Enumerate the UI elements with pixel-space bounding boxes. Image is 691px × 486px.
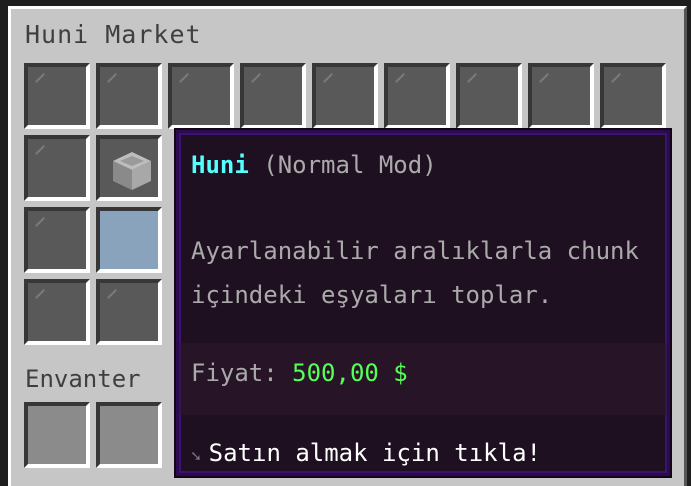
price-value: 500,00 $ — [292, 359, 408, 387]
hopper-icon — [113, 152, 151, 190]
selected-slot[interactable] — [96, 207, 162, 273]
item-name: Huni — [191, 151, 249, 179]
market-slot[interactable] — [456, 63, 522, 129]
inventory-slot[interactable] — [96, 402, 162, 468]
market-slot[interactable] — [24, 135, 90, 201]
market-slot[interactable] — [24, 63, 90, 129]
market-slot[interactable] — [96, 63, 162, 129]
item-tooltip: Huni (Normal Mod) Ayarlanabilir aralıkla… — [174, 128, 672, 478]
description-line-2: içindeki eşyaları toplar. — [191, 281, 553, 309]
market-slot[interactable] — [96, 279, 162, 345]
item-mode: (Normal Mod) — [263, 151, 437, 179]
description-line-1: Ayarlanabilir aralıklarla chunk — [191, 237, 639, 265]
market-slot[interactable] — [240, 63, 306, 129]
inventory-slot[interactable] — [24, 402, 90, 468]
market-slot[interactable] — [600, 63, 666, 129]
hopper-slot[interactable] — [96, 135, 162, 201]
arrow-icon: ➘ — [191, 446, 201, 465]
buy-action-text: Satın almak için tıkla! — [208, 439, 541, 467]
inventory-title: Envanter — [25, 365, 141, 393]
tooltip-title: Huni (Normal Mod) — [191, 151, 437, 179]
market-slot[interactable] — [528, 63, 594, 129]
market-slot[interactable] — [24, 207, 90, 273]
market-slot[interactable] — [384, 63, 450, 129]
price-line: Fiyat: 500,00 $ — [191, 359, 408, 387]
window-title: Huni Market — [25, 20, 202, 49]
market-slot[interactable] — [24, 279, 90, 345]
market-slot[interactable] — [168, 63, 234, 129]
market-slot[interactable] — [312, 63, 378, 129]
buy-action: ➘ Satın almak için tıkla! — [191, 439, 541, 467]
price-label: Fiyat: — [191, 359, 278, 387]
